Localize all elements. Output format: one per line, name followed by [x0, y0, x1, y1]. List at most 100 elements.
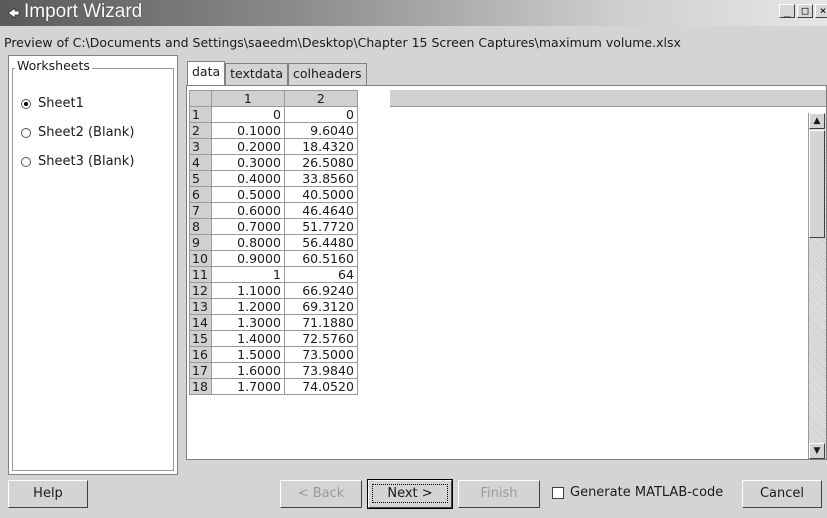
row-header[interactable]: 14 [189, 314, 212, 331]
radio-unselected-icon[interactable] [21, 127, 31, 138]
vertical-scrollbar[interactable]: ▲ ▼ [808, 113, 826, 459]
table-row: 5 0.4000 33.8560 [189, 170, 358, 187]
table-cell[interactable]: 46.4640 [283, 202, 358, 219]
table-cell[interactable]: 0.2000 [210, 138, 285, 155]
row-header[interactable]: 10 [189, 250, 212, 267]
tab-colheaders[interactable]: colheaders [287, 63, 367, 85]
row-header[interactable]: 9 [189, 234, 212, 251]
variable-tabs: data textdata colheaders [187, 61, 367, 85]
row-header[interactable]: 17 [189, 362, 212, 379]
table-cell[interactable]: 60.5160 [283, 250, 358, 267]
row-header[interactable]: 1 [189, 106, 212, 123]
column-header[interactable]: 2 [283, 90, 358, 107]
table-row: 4 0.3000 26.5080 [189, 154, 358, 171]
table-cell[interactable]: 33.8560 [283, 170, 358, 187]
table-cell[interactable]: 0.7000 [210, 218, 285, 235]
row-header[interactable]: 5 [189, 170, 212, 187]
table-cell[interactable]: 0.4000 [210, 170, 285, 187]
radio-unselected-icon[interactable] [21, 156, 31, 167]
scroll-up-arrow-icon[interactable]: ▲ [809, 113, 825, 129]
table-cell[interactable]: 0.6000 [210, 202, 285, 219]
table-row: 3 0.2000 18.4320 [189, 138, 358, 155]
row-header[interactable]: 8 [189, 218, 212, 235]
table-cell[interactable]: 1 [210, 266, 285, 283]
table-cell[interactable]: 9.6040 [283, 122, 358, 139]
radio-selected-icon[interactable] [21, 98, 31, 109]
table-cell[interactable]: 0 [210, 106, 285, 123]
table-row: 13 1.2000 69.3120 [189, 298, 358, 315]
table-cell[interactable]: 18.4320 [283, 138, 358, 155]
corner-cell [189, 90, 212, 107]
row-header[interactable]: 18 [189, 378, 212, 395]
table-cell[interactable]: 1.5000 [210, 346, 285, 363]
row-header[interactable]: 12 [189, 282, 212, 299]
column-header[interactable]: 1 [210, 90, 285, 107]
preview-path: Preview of C:\Documents and Settings\sae… [4, 35, 681, 50]
table-row: 6 0.5000 40.5000 [189, 186, 358, 203]
table-row: 9 0.8000 56.4480 [189, 234, 358, 251]
table-cell[interactable]: 73.9840 [283, 362, 358, 379]
table-cell[interactable]: 0 [283, 106, 358, 123]
table-cell[interactable]: 1.4000 [210, 330, 285, 347]
minimize-button[interactable]: _ [779, 4, 795, 18]
worksheets-panel: Worksheets Sheet1 Sheet2 (Blank) Sheet3 … [8, 55, 178, 475]
table-cell[interactable]: 1.7000 [210, 378, 285, 395]
row-header[interactable]: 2 [189, 122, 212, 139]
next-button-label: Next > [372, 484, 448, 503]
table-cell[interactable]: 74.0520 [283, 378, 358, 395]
table-cell[interactable]: 0.3000 [210, 154, 285, 171]
table-cell[interactable]: 69.3120 [283, 298, 358, 315]
worksheet-label: Sheet3 (Blank) [38, 154, 135, 169]
table-cell[interactable]: 51.7720 [283, 218, 358, 235]
worksheet-label: Sheet2 (Blank) [38, 125, 135, 140]
table-cell[interactable]: 1.6000 [210, 362, 285, 379]
back-button[interactable]: < Back [280, 480, 362, 508]
generate-code-option[interactable]: Generate MATLAB-code [552, 485, 723, 500]
maximize-button[interactable]: □ [797, 4, 813, 18]
table-cell[interactable]: 1.3000 [210, 314, 285, 331]
table-row: 17 1.6000 73.9840 [189, 362, 358, 379]
row-header[interactable]: 15 [189, 330, 212, 347]
close-button[interactable]: × [815, 4, 827, 18]
table-cell[interactable]: 1.2000 [210, 298, 285, 315]
table-cell[interactable]: 56.4480 [283, 234, 358, 251]
data-preview-grid: 1 2 1 0 0 2 0.1000 9.6040 3 0.2000 18.4320 4 0.300… [186, 85, 827, 460]
row-header[interactable]: 13 [189, 298, 212, 315]
table-cell[interactable]: 0.8000 [210, 234, 285, 251]
help-button[interactable]: Help [8, 480, 88, 508]
worksheet-option-sheet2[interactable]: Sheet2 (Blank) [21, 125, 134, 140]
table-row: 12 1.1000 66.9240 [189, 282, 358, 299]
tab-textdata[interactable]: textdata [225, 63, 288, 85]
worksheet-option-sheet3[interactable]: Sheet3 (Blank) [21, 154, 134, 169]
table-cell[interactable]: 1.1000 [210, 282, 285, 299]
worksheets-legend: Worksheets [15, 58, 92, 73]
worksheet-option-sheet1[interactable]: Sheet1 [21, 96, 84, 111]
row-header[interactable]: 3 [189, 138, 212, 155]
table-cell[interactable]: 66.9240 [283, 282, 358, 299]
checkbox-unchecked-icon[interactable] [552, 486, 564, 499]
table-cell[interactable]: 0.1000 [210, 122, 285, 139]
title-bar: Import Wizard _ □ × [0, 0, 827, 26]
table-row: 8 0.7000 51.7720 [189, 218, 358, 235]
row-header[interactable]: 7 [189, 202, 212, 219]
row-header[interactable]: 16 [189, 346, 212, 363]
finish-button[interactable]: Finish [458, 480, 540, 508]
next-button[interactable]: Next > [367, 479, 453, 509]
table-cell[interactable]: 71.1880 [283, 314, 358, 331]
table-cell[interactable]: 40.5000 [283, 186, 358, 203]
table-cell[interactable]: 26.5080 [283, 154, 358, 171]
table-cell[interactable]: 72.5760 [283, 330, 358, 347]
scroll-thumb[interactable] [809, 130, 825, 238]
row-header[interactable]: 6 [189, 186, 212, 203]
table-row: 2 0.1000 9.6040 [189, 122, 358, 139]
table-row: 18 1.7000 74.0520 [189, 378, 358, 395]
table-cell[interactable]: 64 [283, 266, 358, 283]
cancel-button[interactable]: Cancel [742, 480, 822, 508]
table-cell[interactable]: 0.9000 [210, 250, 285, 267]
row-header[interactable]: 11 [189, 266, 212, 283]
row-header[interactable]: 4 [189, 154, 212, 171]
tab-data[interactable]: data [187, 61, 226, 85]
scroll-down-arrow-icon[interactable]: ▼ [809, 443, 825, 459]
table-cell[interactable]: 73.5000 [283, 346, 358, 363]
table-cell[interactable]: 0.5000 [210, 186, 285, 203]
